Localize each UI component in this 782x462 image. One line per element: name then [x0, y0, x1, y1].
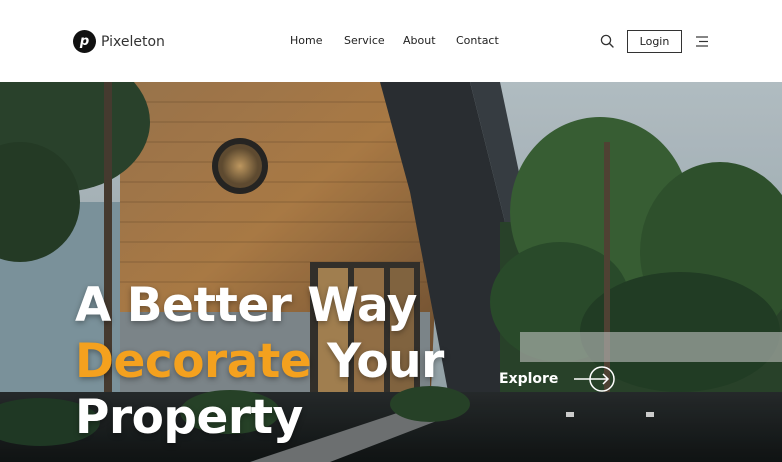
- logo-mark-icon: p: [73, 30, 96, 53]
- nav-item-contact[interactable]: Contact: [456, 34, 499, 47]
- explore-button[interactable]: Explore: [499, 365, 616, 393]
- headline-accent-word: Decorate: [75, 334, 312, 389]
- login-button[interactable]: Login: [627, 30, 682, 53]
- brand-logo[interactable]: p Pixeleton: [73, 29, 165, 54]
- arrow-right-circle-icon: [574, 366, 616, 392]
- search-icon[interactable]: [600, 34, 614, 48]
- main-nav: Home Service About Contact: [290, 34, 499, 47]
- hero-headline: A Better Way Decorate Your Property: [75, 278, 495, 446]
- hamburger-menu-icon[interactable]: [696, 36, 708, 47]
- headline-line-2-rest: Your: [311, 334, 444, 389]
- headline-line-2: Decorate Your: [75, 334, 495, 390]
- hero-banner: A Better Way Decorate Your Property: [0, 82, 782, 462]
- brand-name: Pixeleton: [101, 33, 165, 50]
- nav-item-service[interactable]: Service: [344, 34, 403, 47]
- nav-item-home[interactable]: Home: [290, 34, 344, 47]
- headline-line-3: Property: [75, 390, 303, 445]
- headline-line-1: A Better Way: [75, 278, 417, 333]
- explore-label: Explore: [499, 371, 559, 387]
- nav-item-about[interactable]: About: [403, 34, 456, 47]
- site-header: p Pixeleton Home Service About Contact L…: [0, 0, 782, 82]
